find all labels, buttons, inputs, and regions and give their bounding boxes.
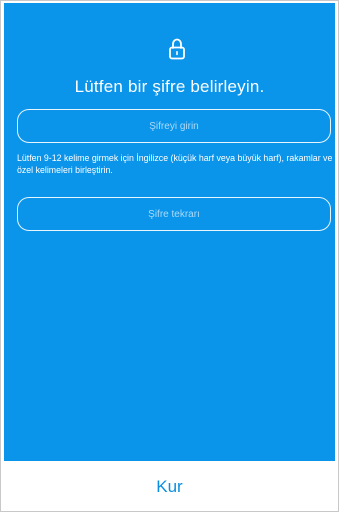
- setup-screen: Lütfen bir şifre belirleyin. Lütfen 9-12…: [0, 0, 339, 512]
- page-title: Lütfen bir şifre belirleyin.: [74, 77, 265, 96]
- footer: Kur: [1, 462, 338, 511]
- password-panel: Lütfen bir şifre belirleyin. Lütfen 9-12…: [4, 3, 335, 461]
- setup-button[interactable]: Kur: [1, 462, 338, 511]
- password-hint: Lütfen 9-12 kelime girmek için İngilizce…: [17, 153, 333, 175]
- confirm-password-input[interactable]: [17, 197, 331, 231]
- password-input[interactable]: [17, 109, 331, 143]
- lock-icon: [169, 38, 185, 60]
